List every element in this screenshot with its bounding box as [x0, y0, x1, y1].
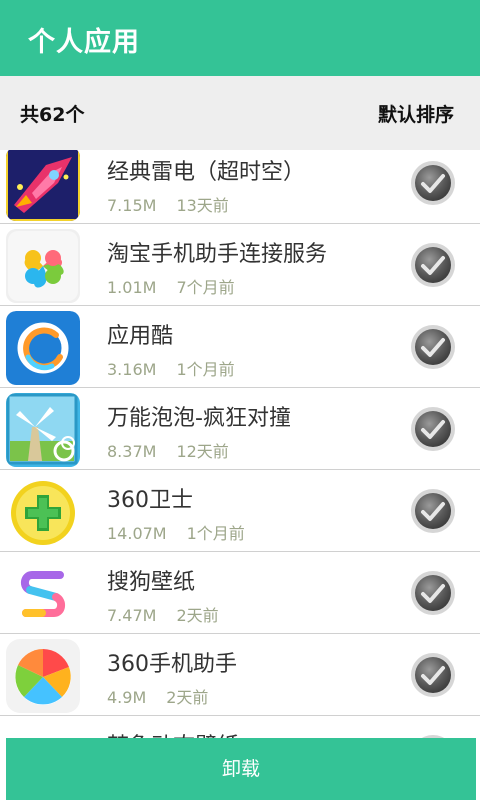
app-name: 360卫士: [107, 488, 193, 513]
app-name: 万能泡泡-疯狂对撞: [107, 406, 291, 431]
app-name: 搜狗壁纸: [107, 570, 196, 595]
colorful-s-icon: [6, 557, 80, 631]
select-checkbox-icon[interactable]: [410, 652, 456, 698]
app-list-content: 经典雷电（超时空） 7.15M 13天前淘宝手机助手连接服务 1.01M 7个月前应用酷…: [0, 150, 480, 738]
app-size: 1.01M: [107, 278, 157, 297]
app-root: 个人应用 共62个 默认排序 经典雷电（超时空） 7.15M 13天前淘宝手机助手连…: [0, 0, 480, 800]
app-install-date: 2天前: [166, 688, 209, 707]
app-meta: 7.15M 13天前: [107, 192, 229, 216]
app-name: 经典雷电（超时空）: [107, 160, 306, 185]
app-size: 4.9M: [107, 688, 147, 707]
app-list[interactable]: 经典雷电（超时空） 7.15M 13天前淘宝手机助手连接服务 1.01M 7个月前应用酷…: [0, 150, 480, 738]
app-name: 梦象动态壁纸: [107, 728, 239, 738]
colorful-pie-icon: [6, 639, 80, 713]
app-install-date: 12天前: [176, 442, 229, 461]
app-meta: 4.9M 2天前: [107, 684, 208, 708]
select-checkbox-icon[interactable]: [410, 242, 456, 288]
app-name: 淘宝手机助手连接服务: [107, 242, 328, 267]
summary-bar: 共62个 默认排序: [0, 76, 480, 150]
app-list-item[interactable]: 淘宝手机助手连接服务 1.01M 7个月前: [0, 224, 480, 306]
uninstall-button[interactable]: 卸载: [6, 738, 476, 800]
windmill-bubble-icon: [6, 393, 80, 467]
app-list-item[interactable]: 应用酷 3.16M 1个月前: [0, 306, 480, 388]
app-list-item[interactable]: 360卫士 14.07M 1个月前: [0, 470, 480, 552]
app-meta: 8.37M 12天前: [107, 438, 229, 462]
app-install-date: 13天前: [176, 196, 229, 215]
app-size: 7.15M: [107, 196, 157, 215]
app-meta: 7.47M 2天前: [107, 602, 219, 626]
four-leaf-clover-icon: [6, 229, 80, 303]
app-meta: 1.01M 7个月前: [107, 274, 235, 298]
app-meta: 14.07M 1个月前: [107, 520, 245, 544]
page-title: 个人应用: [28, 27, 140, 58]
app-install-date: 7个月前: [176, 278, 235, 297]
app-install-date: 2天前: [176, 606, 219, 625]
app-size: 8.37M: [107, 442, 157, 461]
sort-option[interactable]: 默认排序: [378, 100, 454, 127]
select-checkbox-icon[interactable]: [410, 406, 456, 452]
app-install-date: 1个月前: [176, 360, 235, 379]
partial-icon: [6, 721, 80, 738]
app-size: 3.16M: [107, 360, 157, 379]
fighter-jet-game-icon: [6, 150, 80, 221]
app-count-label: 共62个: [20, 104, 85, 126]
app-list-item[interactable]: 梦象动态壁纸: [0, 716, 480, 738]
select-checkbox-icon[interactable]: [410, 160, 456, 206]
app-install-date: 1个月前: [186, 524, 245, 543]
app-name: 360手机助手: [107, 652, 237, 677]
select-checkbox-icon[interactable]: [410, 324, 456, 370]
app-list-item[interactable]: 搜狗壁纸 7.47M 2天前: [0, 552, 480, 634]
select-checkbox-icon[interactable]: [410, 570, 456, 616]
app-list-item[interactable]: 经典雷电（超时空） 7.15M 13天前: [0, 150, 480, 224]
select-checkbox-icon[interactable]: [410, 488, 456, 534]
app-name: 应用酷: [107, 324, 174, 349]
app-list-item[interactable]: 360手机助手 4.9M 2天前: [0, 634, 480, 716]
green-plus-shield-icon: [6, 475, 80, 549]
app-size: 7.47M: [107, 606, 157, 625]
top-bar: 个人应用: [0, 0, 480, 76]
app-meta: 3.16M 1个月前: [107, 356, 235, 380]
blue-swirl-icon: [6, 311, 80, 385]
app-list-item[interactable]: 万能泡泡-疯狂对撞 8.37M 12天前: [0, 388, 480, 470]
app-size: 14.07M: [107, 524, 167, 543]
